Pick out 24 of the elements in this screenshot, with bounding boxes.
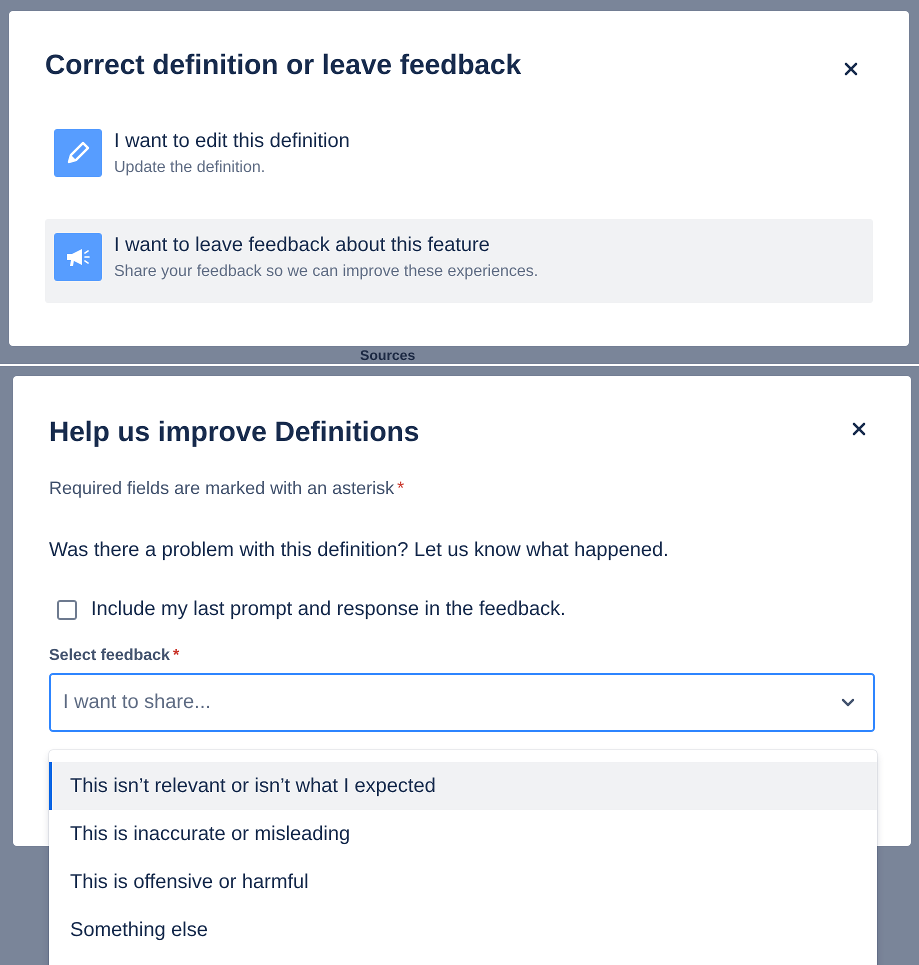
select-field[interactable]: I want to share... [49, 673, 875, 732]
dialog-title: Correct definition or leave feedback [45, 49, 522, 81]
option-description: Update the definition. [114, 159, 266, 177]
close-icon[interactable] [851, 421, 867, 437]
dialog-title: Help us improve Definitions [49, 416, 420, 448]
option-title: I want to leave feedback about this feature [114, 233, 491, 257]
required-note: Required fields are marked with an asterisk * [49, 478, 406, 499]
pencil-icon [54, 129, 102, 177]
megaphone-icon [54, 233, 102, 281]
menu-item[interactable]: This is offensive or harmful [49, 858, 877, 906]
option-description: Share your feedback so we can improve these experiences. [114, 263, 538, 281]
checkbox-label: Include my last prompt and response in the feedback. [91, 598, 566, 621]
option-item[interactable]: I want to edit this definition Update the definition. [45, 115, 873, 199]
checkbox[interactable] [57, 600, 77, 620]
section-heading: Sources [360, 348, 416, 363]
option-item[interactable]: I want to leave feedback about this feature Share your feedback so we can improve these experiences. [45, 219, 873, 303]
menu-item[interactable]: This is inaccurate or misleading [49, 810, 877, 858]
chevron-down-icon [841, 698, 855, 707]
question-text: Was there a problem with this definition? Let us know what happened. [49, 539, 670, 562]
option-title: I want to edit this definition [114, 129, 350, 153]
close-icon[interactable] [843, 61, 859, 77]
menu-item[interactable]: Something else [49, 906, 877, 954]
menu-item[interactable]: This isn’t relevant or isn’t what I expected [49, 762, 877, 810]
field-label: Select feedback * [49, 647, 180, 665]
